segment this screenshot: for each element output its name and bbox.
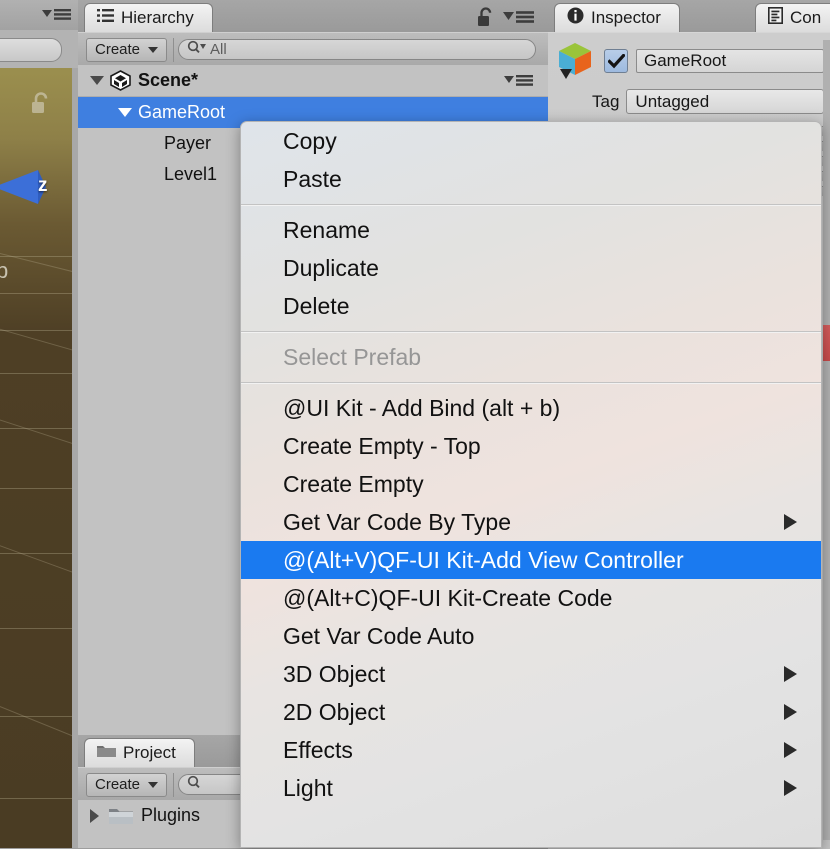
menu-item-label: @(Alt+C)QF-UI Kit-Create Code: [283, 584, 613, 611]
project-row-plugins-label: Plugins: [141, 805, 201, 825]
object-enabled-checkbox[interactable]: [604, 49, 628, 73]
tree-row-scene-label: Scene*: [138, 70, 199, 90]
prefab-cube-icon: [556, 41, 596, 81]
toolbar-divider: [173, 772, 175, 797]
tab-project-label: Project: [123, 742, 176, 762]
inspector-tag-row: Tag Untagged: [548, 81, 830, 114]
inspector-component-error-marker: [823, 325, 830, 361]
search-icon: [187, 40, 207, 59]
tag-value: Untagged: [635, 91, 710, 111]
menu-item-alt-c-qf-ui-kit-create-code[interactable]: @(Alt+C)QF-UI Kit-Create Code: [241, 579, 821, 617]
menu-item-get-var-code-auto[interactable]: Get Var Code Auto: [241, 617, 821, 655]
menu-item-label: 2D Object: [283, 698, 386, 725]
scene-view-panel[interactable]: z p: [0, 0, 78, 848]
chevron-down-icon: [148, 41, 159, 58]
menu-item-label: Duplicate: [283, 254, 379, 281]
menu-item-get-var-code-by-type[interactable]: Get Var Code By Type: [241, 503, 821, 541]
menu-item-alt-v-qf-ui-kit-add-view-controller[interactable]: @(Alt+V)QF-UI Kit-Add View Controller: [241, 541, 821, 579]
menu-item-label: Create Empty: [283, 470, 424, 497]
tab-inspector-label: Inspector: [591, 7, 661, 27]
submenu-arrow-icon: [784, 666, 797, 682]
menu-item-label: Get Var Code By Type: [283, 508, 511, 535]
menu-separator: [241, 204, 821, 205]
menu-item-delete[interactable]: Delete: [241, 287, 821, 325]
menu-item-label: Delete: [283, 292, 350, 319]
menu-item-rename[interactable]: Rename: [241, 211, 821, 249]
scene-gizmo-z-label: z: [38, 175, 48, 196]
menu-separator: [241, 331, 821, 332]
project-create-label: Create: [95, 776, 141, 793]
submenu-arrow-icon: [784, 514, 797, 530]
hierarchy-unlock-icon[interactable]: [476, 7, 496, 33]
menu-item-label: Select Prefab: [283, 343, 422, 370]
menu-item-paste[interactable]: Paste: [241, 160, 821, 198]
menu-item-label: @(Alt+V)QF-UI Kit-Add View Controller: [283, 546, 684, 573]
folder-icon: [97, 743, 116, 763]
menu-item-create-empty-top[interactable]: Create Empty - Top: [241, 427, 821, 465]
scene-row-options-icon[interactable]: [504, 72, 534, 93]
console-icon: [768, 7, 783, 29]
menu-item-copy[interactable]: Copy: [241, 122, 821, 160]
menu-item-label: Paste: [283, 165, 342, 192]
menu-item-ui-kit-add-bind-alt-b[interactable]: @UI Kit - Add Bind (alt + b): [241, 389, 821, 427]
hierarchy-toolbar: Create All: [78, 32, 548, 67]
tree-row-gameroot-label: GameRoot: [138, 102, 226, 122]
menu-item-label: Get Var Code Auto: [283, 622, 475, 649]
object-name-value: GameRoot: [644, 51, 727, 70]
menu-item-label: Copy: [283, 127, 337, 154]
hierarchy-create-button[interactable]: Create: [86, 37, 168, 62]
scene-search-input[interactable]: [0, 38, 62, 62]
menu-item-label: Create Empty - Top: [283, 432, 481, 459]
submenu-arrow-icon: [784, 780, 797, 796]
unlock-icon[interactable]: [30, 92, 52, 116]
inspector-scrollbar[interactable]: [823, 40, 830, 840]
tab-project[interactable]: Project: [84, 738, 195, 767]
tab-inspector[interactable]: Inspector: [554, 3, 680, 32]
menu-item-label: Light: [283, 774, 333, 801]
tab-console-label: Con: [790, 7, 822, 27]
tab-hierarchy[interactable]: Hierarchy: [84, 3, 213, 32]
hierarchy-create-label: Create: [95, 41, 141, 58]
tree-row-payer-label: Payer: [164, 133, 212, 153]
tree-row-level1-label: Level1: [164, 164, 218, 184]
scene-partial-label: p: [0, 258, 9, 283]
hierarchy-search-placeholder: All: [210, 41, 227, 58]
menu-item-3d-object[interactable]: 3D Object: [241, 655, 821, 693]
hierarchy-search-input[interactable]: All: [178, 39, 536, 60]
toolbar-divider: [173, 37, 175, 62]
chevron-right-icon[interactable]: [90, 808, 99, 823]
menu-item-2d-object[interactable]: 2D Object: [241, 693, 821, 731]
info-circle-icon: [567, 7, 584, 29]
menu-item-duplicate[interactable]: Duplicate: [241, 249, 821, 287]
scene-panel-options-icon[interactable]: [42, 6, 72, 27]
menu-item-select-prefab: Select Prefab: [241, 338, 821, 376]
menu-item-label: @UI Kit - Add Bind (alt + b): [283, 394, 561, 421]
inspector-object-header: GameRoot: [548, 33, 830, 81]
chevron-down-icon[interactable]: [90, 76, 104, 85]
tag-dropdown[interactable]: Untagged: [626, 89, 824, 114]
chevron-down-icon[interactable]: [118, 108, 132, 117]
search-icon: [187, 775, 203, 794]
tree-row-scene[interactable]: Scene*: [78, 65, 548, 97]
folder-icon: [109, 806, 133, 825]
menu-item-create-empty[interactable]: Create Empty: [241, 465, 821, 503]
tab-hierarchy-label: Hierarchy: [121, 7, 194, 27]
tab-console[interactable]: Con: [755, 3, 830, 32]
menu-item-label: Effects: [283, 736, 353, 763]
unity-scene-icon: [110, 70, 131, 91]
menu-item-label: Rename: [283, 216, 370, 243]
object-name-field[interactable]: GameRoot: [636, 49, 824, 73]
submenu-arrow-icon: [784, 742, 797, 758]
menu-item-light[interactable]: Light: [241, 769, 821, 807]
tag-label: Tag: [592, 91, 620, 111]
hierarchy-context-menu[interactable]: Copy Paste Rename Duplicate Delete Select Pre…: [240, 121, 822, 848]
menu-item-effects[interactable]: Effects: [241, 731, 821, 769]
hierarchy-panel-options-icon[interactable]: [503, 9, 535, 30]
menu-item-label: 3D Object: [283, 660, 386, 687]
submenu-arrow-icon: [784, 704, 797, 720]
hierarchy-list-icon: [97, 8, 114, 28]
menu-separator: [241, 382, 821, 383]
chevron-down-icon: [148, 776, 159, 793]
project-create-button[interactable]: Create: [86, 772, 168, 797]
